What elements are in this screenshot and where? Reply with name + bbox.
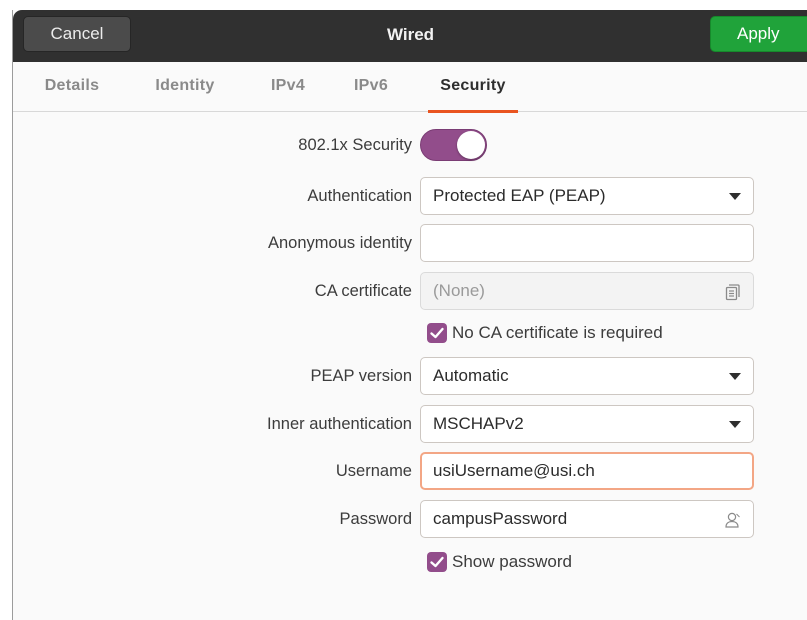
- chevron-down-icon: [729, 421, 741, 428]
- authentication-label: Authentication: [307, 187, 412, 205]
- authentication-value: Protected EAP (PEAP): [433, 186, 606, 205]
- dialog-window: Cancel Wired Apply Details Identity IPv4…: [12, 10, 807, 620]
- anonymous-identity-input[interactable]: [420, 224, 754, 262]
- apply-button[interactable]: Apply: [710, 16, 807, 52]
- tab-ipv6[interactable]: IPv6: [350, 62, 392, 112]
- no-ca-required-label: No CA certificate is required: [452, 323, 663, 342]
- password-label: Password: [339, 510, 412, 528]
- tab-identity[interactable]: Identity: [147, 62, 223, 112]
- username-input[interactable]: usiUsername@usi.ch: [420, 452, 754, 490]
- header-bar: Cancel Wired Apply: [13, 10, 807, 62]
- ca-certificate-label: CA certificate: [314, 282, 412, 300]
- anonymous-identity-label: Anonymous identity: [268, 234, 412, 252]
- cancel-button[interactable]: Cancel: [23, 16, 131, 52]
- chevron-down-icon: [729, 373, 741, 380]
- show-password-label: Show password: [452, 552, 573, 571]
- show-password-checkbox[interactable]: [427, 552, 447, 572]
- ca-certificate-value: (None): [433, 281, 485, 300]
- file-chooser-icon: [725, 284, 740, 301]
- security-toggle[interactable]: [420, 129, 487, 161]
- checkmark-icon: [430, 556, 444, 568]
- tab-bar: Details Identity IPv4 IPv6 Security: [13, 62, 807, 113]
- security-toggle-label: 802.1x Security: [298, 136, 412, 154]
- peap-version-label: PEAP version: [310, 367, 413, 385]
- chevron-down-icon: [729, 193, 741, 200]
- username-label: Username: [335, 462, 412, 480]
- inner-auth-dropdown[interactable]: MSCHAPv2: [420, 405, 754, 443]
- authentication-dropdown[interactable]: Protected EAP (PEAP): [420, 177, 754, 215]
- password-input[interactable]: campusPassword: [420, 500, 754, 538]
- inner-auth-value: MSCHAPv2: [433, 414, 524, 433]
- peap-version-dropdown[interactable]: Automatic: [420, 357, 754, 395]
- no-ca-required-checkbox[interactable]: [427, 323, 447, 343]
- toggle-knob: [457, 131, 485, 159]
- dialog-title: Wired: [386, 25, 435, 44]
- tab-ipv4[interactable]: IPv4: [267, 62, 309, 112]
- password-value: campusPassword: [433, 509, 568, 528]
- checkmark-icon: [430, 327, 444, 339]
- inner-auth-label: Inner authentication: [267, 415, 412, 433]
- ca-certificate-chooser[interactable]: (None): [420, 272, 754, 310]
- tab-details[interactable]: Details: [39, 62, 105, 112]
- peap-version-value: Automatic: [433, 366, 509, 385]
- tab-security[interactable]: Security: [428, 62, 518, 113]
- user-icon[interactable]: [723, 510, 743, 530]
